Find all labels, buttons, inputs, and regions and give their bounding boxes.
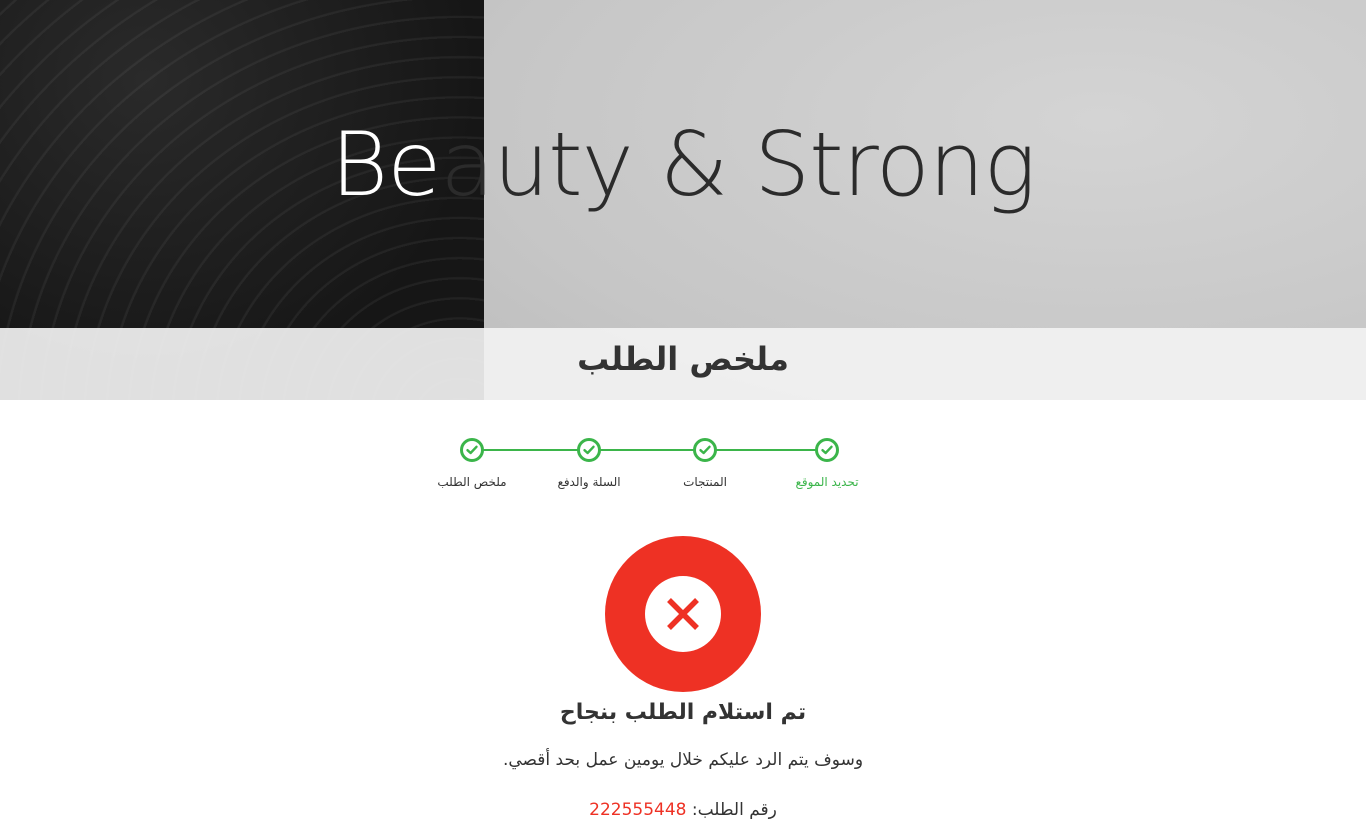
- order-stepper: تحديد الموقع المنتجات السلة والدفع ملخص …: [420, 430, 880, 510]
- step-products[interactable]: المنتجات: [650, 430, 760, 510]
- status-error-circle: [605, 536, 761, 692]
- hero-banner: Beauty & Strong ملخص الطلب: [0, 0, 1366, 400]
- hero-title-wrap: Beauty & Strong: [0, 110, 1366, 230]
- step-label-cart-payment: السلة والدفع: [557, 475, 621, 489]
- order-number-label: رقم الطلب:: [691, 800, 777, 820]
- step-cart-payment[interactable]: السلة والدفع: [534, 430, 644, 510]
- status-title: تم استلام الطلب بنجاح: [559, 700, 807, 725]
- page-title: ملخص الطلب: [577, 340, 789, 378]
- check-icon: [460, 438, 484, 462]
- step-location[interactable]: تحديد الموقع: [772, 430, 882, 510]
- order-number-line: رقم الطلب: 222555448: [0, 800, 1366, 820]
- status-message: وسوف يتم الرد عليكم خلال يومين عمل بحد أ…: [502, 750, 864, 770]
- check-icon: [815, 438, 839, 462]
- step-order-summary[interactable]: ملخص الطلب: [417, 430, 527, 510]
- step-label-location: تحديد الموقع: [795, 475, 859, 489]
- step-label-products: المنتجات: [683, 475, 727, 489]
- order-number: 222555448: [589, 800, 687, 820]
- step-label-order-summary: ملخص الطلب: [437, 475, 507, 489]
- check-icon: [693, 438, 717, 462]
- close-icon: [645, 576, 721, 652]
- hero-title: Beauty & Strong: [331, 110, 1037, 220]
- check-icon: [577, 438, 601, 462]
